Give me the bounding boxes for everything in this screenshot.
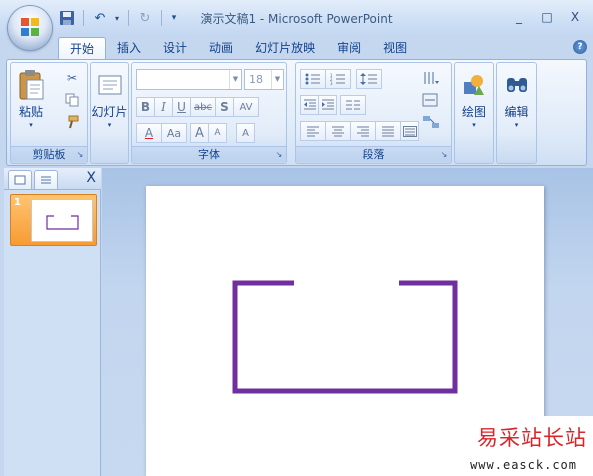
tab-view[interactable]: 视图 xyxy=(372,37,418,60)
slides-pane: X 1 xyxy=(4,168,101,476)
watermark-title: 易采站长站 xyxy=(477,426,587,450)
tab-animations[interactable]: 动画 xyxy=(198,37,244,60)
drawing-button[interactable]: 绘图 ▾ xyxy=(455,69,493,129)
font-size-value: 18 xyxy=(249,73,263,86)
watermark: 易采站长站 www.easck.com xyxy=(461,416,593,476)
align-left-icon[interactable] xyxy=(300,121,326,141)
editing-dropdown-icon: ▾ xyxy=(514,121,519,129)
columns-icon[interactable] xyxy=(340,95,366,115)
increase-indent-icon[interactable] xyxy=(318,95,337,115)
slides-pane-tabs: X xyxy=(4,168,101,190)
new-slide-button[interactable]: 幻灯片 ▾ xyxy=(91,69,128,129)
paste-icon xyxy=(15,69,47,101)
new-slide-dropdown-icon: ▾ xyxy=(107,121,112,129)
font-size-dropdown-icon[interactable]: ▼ xyxy=(271,70,283,89)
copy-icon[interactable] xyxy=(63,91,81,109)
slides-tab-icon[interactable] xyxy=(8,170,32,189)
paragraph-list-row: 123 xyxy=(300,69,382,89)
paragraph-group: 123 段落 ↘ xyxy=(295,62,452,164)
ribbon: 粘贴 ▾ ✂ 剪贴板 ↘ 幻灯片 ▾ ▼ 18 ▼ B I U abc S AV… xyxy=(6,59,587,166)
ribbon-tabs: 开始 插入 设计 动画 幻灯片放映 审阅 视图 xyxy=(58,36,418,60)
decrease-indent-icon[interactable] xyxy=(300,95,319,115)
paragraph-launcher-icon[interactable]: ↘ xyxy=(439,150,449,160)
thumbnail-bracket-shape xyxy=(46,215,79,230)
bullets-icon[interactable] xyxy=(300,69,326,89)
slides-group: 幻灯片 ▾ xyxy=(90,62,129,164)
slide-thumbnail[interactable] xyxy=(31,199,93,242)
clipboard-group: 粘贴 ▾ ✂ 剪贴板 ↘ xyxy=(10,62,88,164)
cut-icon[interactable]: ✂ xyxy=(63,69,81,87)
clear-formatting-button[interactable]: A xyxy=(236,123,255,143)
editing-button[interactable]: 编辑 ▾ xyxy=(497,69,536,129)
grow-font-button[interactable]: A xyxy=(190,123,209,143)
distributed-icon[interactable] xyxy=(400,121,419,141)
shrink-font-button[interactable]: A xyxy=(208,123,227,143)
align-text-icon[interactable] xyxy=(418,91,444,109)
svg-text:3: 3 xyxy=(330,81,333,85)
outline-tab-icon[interactable] xyxy=(34,170,58,189)
clipboard-launcher-icon[interactable]: ↘ xyxy=(75,150,85,160)
tab-insert[interactable]: 插入 xyxy=(106,37,152,60)
font-color-row: A Aa A A A xyxy=(136,123,255,143)
font-format-row: B I U abc S AV xyxy=(136,97,259,117)
paragraph-align-row xyxy=(300,121,419,141)
paragraph-indent-row xyxy=(300,95,366,115)
paragraph-group-label: 段落 xyxy=(296,146,451,162)
tab-home[interactable]: 开始 xyxy=(58,37,107,60)
tab-review[interactable]: 审阅 xyxy=(326,37,372,60)
font-color-button[interactable]: A xyxy=(136,123,162,143)
editing-label: 编辑 xyxy=(504,105,529,119)
window-controls: _ □ X xyxy=(505,8,589,26)
strikethrough-button[interactable]: abc xyxy=(190,97,216,117)
office-button[interactable] xyxy=(8,6,52,50)
underline-button[interactable]: U xyxy=(172,97,191,117)
font-name-combo[interactable]: ▼ xyxy=(136,69,242,90)
close-button[interactable]: X xyxy=(561,8,589,26)
font-size-combo[interactable]: 18 ▼ xyxy=(244,69,284,90)
character-spacing-button[interactable]: AV xyxy=(233,97,259,117)
pane-close-icon[interactable]: X xyxy=(86,170,96,186)
numbering-icon[interactable]: 123 xyxy=(325,69,351,89)
font-group-label: 字体 xyxy=(132,146,286,162)
help-icon[interactable]: ? xyxy=(573,40,587,54)
italic-button[interactable]: I xyxy=(154,97,173,117)
slide-number: 1 xyxy=(14,197,21,208)
title-bar: ↶ ▾ ↻ ▾ 演示文稿1 - Microsoft PowerPoint _ □… xyxy=(0,0,593,36)
format-painter-icon[interactable] xyxy=(63,113,81,131)
new-slide-icon xyxy=(94,69,126,101)
tab-design[interactable]: 设计 xyxy=(152,37,198,60)
drawing-group: 绘图 ▾ xyxy=(454,62,494,164)
text-direction-icon[interactable] xyxy=(418,69,444,87)
drawing-label: 绘图 xyxy=(461,105,486,119)
justify-icon[interactable] xyxy=(375,121,401,141)
paste-label: 粘贴 xyxy=(18,105,43,119)
bold-button[interactable]: B xyxy=(136,97,155,117)
new-slide-label: 幻灯片 xyxy=(91,105,128,119)
align-center-icon[interactable] xyxy=(325,121,351,141)
minimize-button[interactable]: _ xyxy=(505,8,533,26)
tab-slideshow[interactable]: 幻灯片放映 xyxy=(244,37,326,60)
binoculars-icon xyxy=(501,69,533,101)
drawing-dropdown-icon: ▾ xyxy=(472,121,476,129)
font-group: ▼ 18 ▼ B I U abc S AV A Aa A A A 字体 ↘ xyxy=(131,62,287,164)
font-name-dropdown-icon[interactable]: ▼ xyxy=(229,70,241,89)
align-right-icon[interactable] xyxy=(350,121,376,141)
office-logo-icon xyxy=(21,18,39,36)
maximize-button[interactable]: □ xyxy=(533,8,561,26)
paste-dropdown-icon: ▾ xyxy=(29,121,33,129)
line-spacing-icon[interactable] xyxy=(356,69,382,89)
shapes-icon xyxy=(458,69,490,101)
watermark-url: www.easck.com xyxy=(470,458,577,472)
font-launcher-icon[interactable]: ↘ xyxy=(274,150,284,160)
smartart-icon[interactable] xyxy=(418,113,444,131)
shadow-button[interactable]: S xyxy=(215,97,234,117)
paste-button[interactable]: 粘贴 ▾ xyxy=(15,69,47,129)
editing-group: 编辑 ▾ xyxy=(496,62,537,164)
change-case-button[interactable]: Aa xyxy=(161,123,187,143)
